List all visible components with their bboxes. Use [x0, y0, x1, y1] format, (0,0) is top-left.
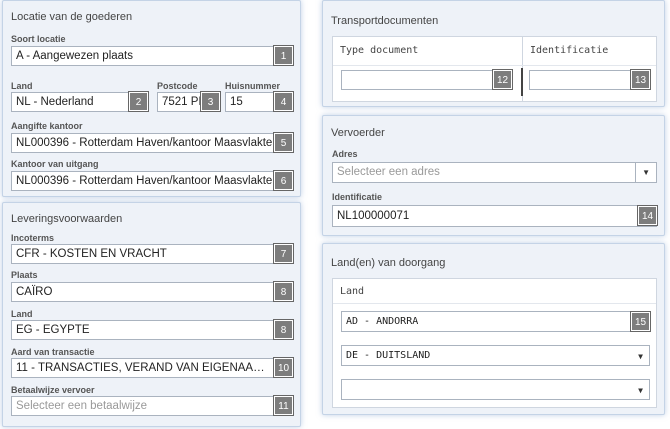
badge-11: 11: [273, 395, 294, 416]
adres-label: Adres: [332, 149, 358, 159]
panel-title: Vervoerder: [331, 127, 385, 139]
soort-locatie-field[interactable]: A - Aangewezen plaats: [11, 46, 293, 66]
vervoerder-ident-field[interactable]: NL100000071: [332, 205, 657, 227]
vervoerder-ident-value: NL100000071: [337, 210, 410, 222]
panel-locatie: Locatie van de goederen Soort locatie A …: [2, 0, 301, 197]
incoterms-field[interactable]: CFR - KOSTEN EN VRACHT: [11, 244, 293, 264]
doorgang-row-3[interactable]: ▼: [341, 379, 650, 400]
aangifte-kantoor-label: Aangifte kantoor: [11, 121, 83, 131]
incoterms-label: Incoterms: [11, 233, 55, 243]
panel-levering: Leveringsvoorwaarden Incoterms CFR - KOS…: [2, 202, 301, 427]
panel-transport: Transportdocumenten Type document Identi…: [322, 0, 665, 107]
kantoor-uitgang-value: NL000396 - Rotterdam Haven/kantoor Maasv…: [16, 175, 273, 187]
aangifte-kantoor-field[interactable]: NL000396 - Rotterdam Haven/kantoor Maasv…: [11, 133, 293, 153]
badge-9: 8: [273, 319, 294, 340]
badge-10: 10: [273, 357, 294, 378]
plaats-label: Plaats: [11, 270, 38, 280]
col-land: Land: [340, 286, 365, 297]
betaalwijze-field[interactable]: Selecteer een betaalwijze: [11, 396, 293, 416]
chevron-down-icon[interactable]: ▼: [638, 347, 643, 365]
huisnummer-value: 15: [230, 96, 243, 108]
vervoerder-ident-label: Identificatie: [332, 192, 383, 202]
badge-4: 4: [273, 91, 294, 112]
badge-14: 14: [637, 205, 658, 226]
plaats-field[interactable]: CAÏRO: [11, 282, 293, 302]
transport-table: Type document Identificatie 12 13: [332, 36, 657, 102]
plaats-value: CAÏRO: [16, 286, 53, 298]
kantoor-uitgang-field[interactable]: NL000396 - Rotterdam Haven/kantoor Maasv…: [11, 171, 293, 191]
panel-title: Land(en) van doorgang: [331, 257, 446, 269]
badge-1: 1: [273, 45, 294, 66]
kantoor-uitgang-label: Kantoor van uitgang: [11, 159, 99, 169]
levering-land-field[interactable]: EG - EGYPTE: [11, 320, 293, 340]
land-value: NL - Nederland: [16, 96, 94, 108]
doorgang-row-1[interactable]: AD - ANDORRA: [341, 311, 650, 332]
badge-12: 12: [492, 69, 513, 90]
aard-transactie-value: 11 - TRANSACTIES, VERAND VAN EIGENAAR. R…: [16, 362, 266, 374]
panel-vervoerder: Vervoerder Adres Selecteer een adres ▼ I…: [322, 115, 665, 236]
doorgang-row-2-value: DE - DUITSLAND: [346, 350, 431, 361]
chevron-down-icon[interactable]: ▼: [642, 164, 650, 182]
adres-select[interactable]: Selecteer een adres ▼: [332, 162, 657, 183]
type-document-input[interactable]: [341, 70, 513, 90]
panel-title: Leveringsvoorwaarden: [11, 213, 123, 225]
badge-3: 3: [200, 91, 221, 112]
row-divider-dark: [521, 68, 523, 96]
levering-land-value: EG - EGYPTE: [16, 324, 90, 336]
doorgang-table: Land AD - ANDORRA 15 DE - DUITSLAND ▼ ▼: [332, 278, 657, 408]
doorgang-row-1-value: AD - ANDORRA: [346, 316, 419, 327]
betaalwijze-label: Betaalwijze vervoer: [11, 385, 95, 395]
badge-6: 6: [273, 170, 294, 191]
panel-title: Locatie van de goederen: [11, 11, 133, 23]
select-divider: [635, 163, 636, 182]
panel-title: Transportdocumenten: [331, 15, 439, 27]
badge-2: 2: [128, 91, 149, 112]
aard-transactie-label: Aard van transactie: [11, 347, 95, 357]
levering-land-label: Land: [11, 309, 33, 319]
postcode-label: Postcode: [157, 81, 198, 91]
badge-13: 13: [630, 69, 651, 90]
row-divider: [333, 65, 656, 66]
soort-locatie-value: A - Aangewezen plaats: [16, 50, 133, 62]
aangifte-kantoor-value: NL000396 - Rotterdam Haven/kantoor Maasv…: [16, 137, 273, 149]
land-label: Land: [11, 81, 33, 91]
incoterms-value: CFR - KOSTEN EN VRACHT: [16, 248, 167, 260]
badge-5: 5: [273, 132, 294, 153]
betaalwijze-placeholder: Selecteer een betaalwijze: [16, 400, 148, 412]
aard-transactie-field[interactable]: 11 - TRANSACTIES, VERAND VAN EIGENAAR. R…: [11, 358, 293, 378]
badge-8: 8: [273, 281, 294, 302]
huisnummer-label: Huisnummer: [225, 81, 281, 91]
chevron-down-icon[interactable]: ▼: [638, 381, 643, 399]
soort-locatie-label: Soort locatie: [11, 34, 66, 44]
badge-15: 15: [630, 311, 651, 332]
doorgang-row-2[interactable]: DE - DUITSLAND ▼: [341, 345, 650, 366]
col-type-document: Type document: [340, 45, 419, 56]
col-identificatie: Identificatie: [530, 45, 609, 56]
badge-7: 7: [273, 243, 294, 264]
panel-doorgang: Land(en) van doorgang Land AD - ANDORRA …: [322, 243, 665, 415]
adres-placeholder: Selecteer een adres: [337, 166, 440, 178]
row-divider: [333, 303, 656, 304]
